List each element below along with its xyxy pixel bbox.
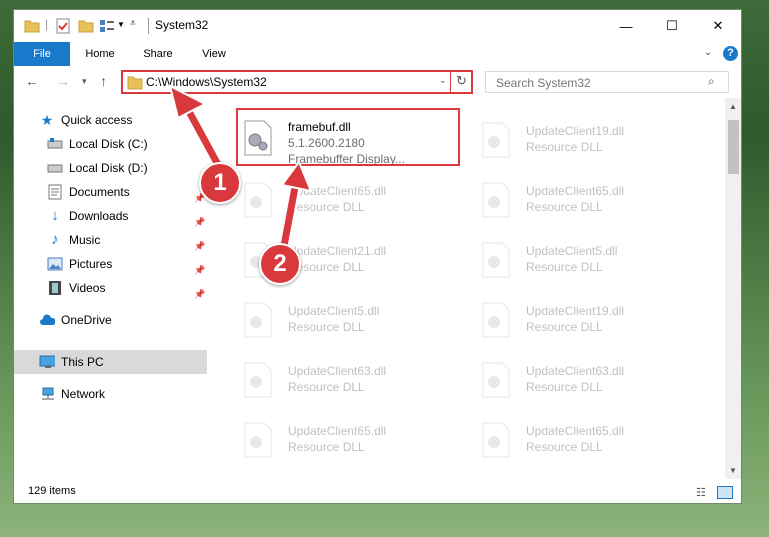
step-2-badge: 2 xyxy=(259,243,301,285)
annotation-arrows xyxy=(168,84,313,252)
step-1-badge: 1 xyxy=(199,162,241,204)
